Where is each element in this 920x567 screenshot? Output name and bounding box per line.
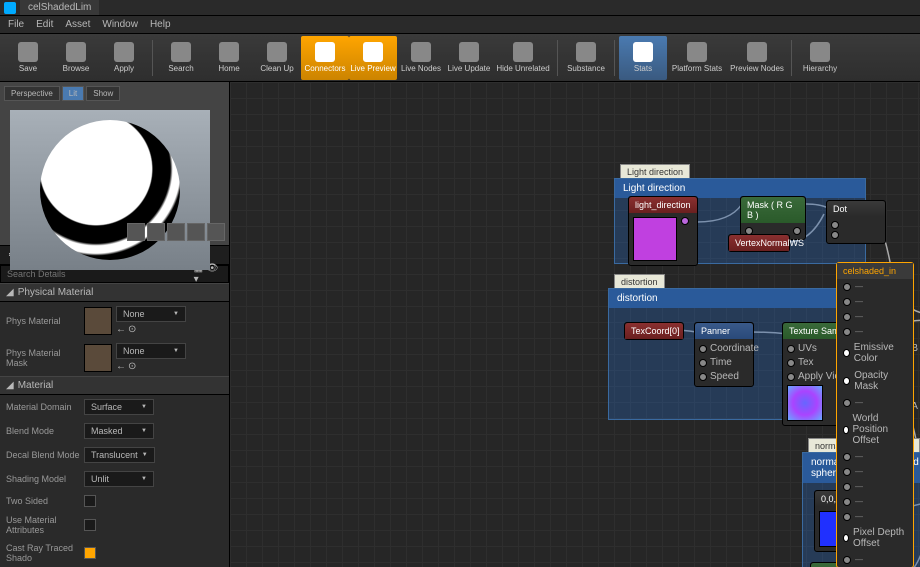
material-graph[interactable]: Light direction Light direction light_di…	[230, 82, 920, 567]
use-icon[interactable]: ⊙	[128, 324, 136, 335]
checkbox[interactable]	[84, 519, 96, 531]
physical-material-section[interactable]: ◢ Physical Material	[0, 283, 229, 302]
dropdown[interactable]: Unlit	[84, 471, 154, 487]
dropdown[interactable]: Surface	[84, 399, 154, 415]
prop-phys-material-mask: Phys Material MaskNone←⊙	[0, 339, 229, 376]
material-output-node[interactable]: celshaded_in — — — — Emissive Color Opac…	[836, 262, 914, 567]
ue-logo-icon	[4, 2, 16, 14]
viewport-shape-1-icon[interactable]	[127, 223, 145, 241]
viewport-show-button[interactable]: Show	[86, 86, 120, 101]
thumbnail[interactable]	[84, 307, 112, 335]
viewport-shape-4-icon[interactable]	[187, 223, 205, 241]
search-details-input[interactable]	[7, 269, 194, 279]
menu-help[interactable]: Help	[150, 19, 171, 30]
file-tab-label: celShadedLim	[28, 2, 91, 13]
menu-file[interactable]: File	[8, 19, 24, 30]
material-section[interactable]: ◢ Material	[0, 376, 229, 395]
swatch-magenta	[633, 217, 677, 261]
toolbar-clean-up-button[interactable]: Clean Up	[253, 36, 301, 80]
toolbar-live-preview-button[interactable]: Live Preview	[349, 36, 397, 80]
node-panner[interactable]: Panner Coordinate Time Speed	[694, 322, 754, 387]
toolbar-stats-button[interactable]: Stats	[619, 36, 667, 80]
viewport-shape-2-icon[interactable]	[147, 223, 165, 241]
node-dot-1[interactable]: Dot	[826, 200, 886, 244]
toolbar-platform-stats-button[interactable]: Platform Stats	[667, 36, 727, 80]
browse-icon[interactable]: ←	[116, 324, 126, 335]
toolbar-connectors-button[interactable]: Connectors	[301, 36, 349, 80]
toolbar-save-button[interactable]: Save	[4, 36, 52, 80]
menu-window[interactable]: Window	[102, 19, 138, 30]
node-texcoord[interactable]: TexCoord[0]	[624, 322, 684, 340]
checkbox[interactable]	[84, 495, 96, 507]
toolbar-live-nodes-button[interactable]: Live Nodes	[397, 36, 445, 80]
thumbnail[interactable]	[84, 344, 112, 372]
dropdown[interactable]: None	[116, 306, 186, 322]
menu-edit[interactable]: Edit	[36, 19, 53, 30]
prop-two-sided: Two Sided	[0, 491, 229, 511]
viewport-lit-button[interactable]: Lit	[62, 86, 84, 101]
toolbar-preview-nodes-button[interactable]: Preview Nodes	[727, 36, 787, 80]
preview-render	[10, 110, 210, 270]
browse-icon[interactable]: ←	[116, 361, 126, 372]
toolbar-apply-button[interactable]: Apply	[100, 36, 148, 80]
node-light-direction[interactable]: light_direction	[628, 196, 698, 266]
material-viewport[interactable]: Perspective Lit Show	[0, 82, 229, 245]
prop-material-domain: Material DomainSurface	[0, 395, 229, 419]
dropdown[interactable]: Masked	[84, 423, 154, 439]
toolbar-hierarchy-button[interactable]: Hierarchy	[796, 36, 844, 80]
prop-decal-blend-mode: Decal Blend ModeTranslucent	[0, 443, 229, 467]
toolbar-live-update-button[interactable]: Live Update	[445, 36, 493, 80]
toolbar-substance-button[interactable]: Substance	[562, 36, 610, 80]
toolbar-home-button[interactable]: Home	[205, 36, 253, 80]
prop-blend-mode: Blend ModeMasked	[0, 419, 229, 443]
prop-shading-model: Shading ModelUnlit	[0, 467, 229, 491]
node-vertex-normal[interactable]: VertexNormalWS	[728, 234, 790, 252]
viewport-perspective-button[interactable]: Perspective	[4, 86, 60, 101]
viewport-shape-3-icon[interactable]	[167, 223, 185, 241]
checkbox[interactable]	[84, 547, 96, 559]
dropdown[interactable]: None	[116, 343, 186, 359]
prop-phys-material: Phys MaterialNone←⊙	[0, 302, 229, 339]
swatch-noise	[787, 385, 823, 421]
use-icon[interactable]: ⊙	[128, 361, 136, 372]
dropdown[interactable]: Translucent	[84, 447, 155, 463]
toolbar-browse-button[interactable]: Browse	[52, 36, 100, 80]
toolbar-search-button[interactable]: Search	[157, 36, 205, 80]
menu-asset[interactable]: Asset	[65, 19, 90, 30]
file-tab[interactable]: celShadedLim	[20, 0, 99, 15]
viewport-shape-5-icon[interactable]	[207, 223, 225, 241]
prop-use-material-attributes: Use Material Attributes	[0, 511, 229, 539]
toolbar-hide-unrelated-button[interactable]: Hide Unrelated	[493, 36, 553, 80]
prop-cast-ray-traced-shado: Cast Ray Traced Shado	[0, 539, 229, 567]
